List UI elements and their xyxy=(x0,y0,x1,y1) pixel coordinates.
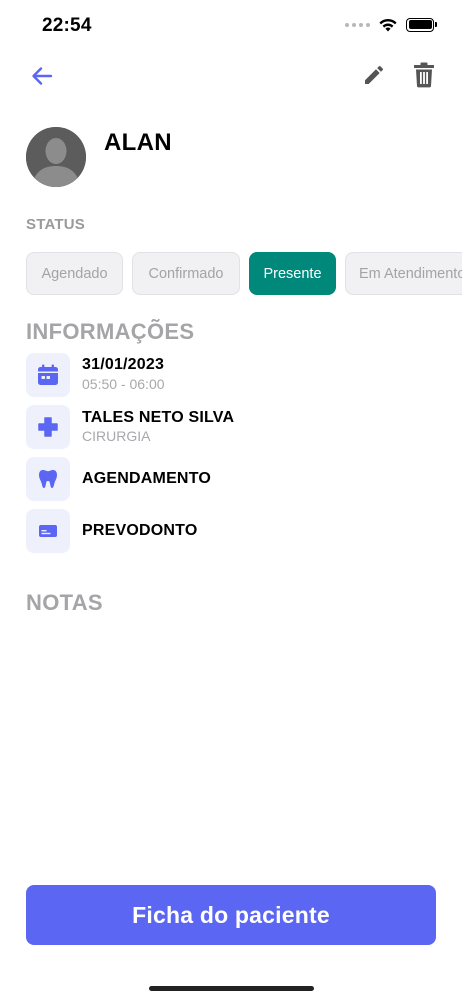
calendar-icon xyxy=(26,353,70,397)
status-chip-confirmado[interactable]: Confirmado xyxy=(132,252,240,295)
toolbar xyxy=(0,58,462,94)
patient-record-button[interactable]: Ficha do paciente xyxy=(26,885,436,945)
status-chip-em-atendimento[interactable]: Em Atendimento xyxy=(345,252,462,295)
status-label: STATUS xyxy=(26,216,85,233)
tooth-icon xyxy=(26,457,70,501)
status-bar: 22:54 xyxy=(0,0,462,54)
insurance-plan: PREVODONTO xyxy=(82,522,198,539)
patient-name: ALAN xyxy=(104,129,172,156)
notes-title: NOTAS xyxy=(26,590,103,615)
edit-button[interactable] xyxy=(360,61,388,89)
back-button[interactable] xyxy=(28,62,56,90)
delete-button[interactable] xyxy=(410,60,438,90)
appointment-time: 05:50 - 06:00 xyxy=(82,376,165,392)
info-title: INFORMAÇÕES xyxy=(26,319,195,344)
appointment-date: 31/01/2023 xyxy=(82,356,165,373)
info-row-professional: TALES NETO SILVA CIRURGIA xyxy=(26,405,426,449)
status-icons xyxy=(345,17,437,32)
trash-icon xyxy=(414,62,434,88)
back-arrow-icon xyxy=(32,67,53,85)
home-indicator xyxy=(149,986,314,991)
procedure: CIRURGIA xyxy=(82,428,151,444)
status-chip-presente[interactable]: Presente xyxy=(249,252,336,295)
status-chips: Agendado Confirmado Presente Em Atendime… xyxy=(26,252,462,296)
person-silhouette-icon xyxy=(26,127,86,187)
signal-icon xyxy=(345,22,370,27)
info-row-date: 31/01/2023 05:50 - 06:00 xyxy=(26,353,426,397)
appointment-type: AGENDAMENTO xyxy=(82,470,212,487)
info-row-plan: PREVODONTO xyxy=(26,509,426,553)
wifi-icon xyxy=(379,18,397,32)
professional-name: TALES NETO SILVA xyxy=(82,409,235,426)
clock: 22:54 xyxy=(42,15,92,36)
battery-icon xyxy=(406,17,437,32)
card-icon xyxy=(26,509,70,553)
pencil-icon xyxy=(365,66,383,84)
info-row-type: AGENDAMENTO xyxy=(26,457,426,501)
medical-cross-icon xyxy=(26,405,70,449)
status-chip-agendado[interactable]: Agendado xyxy=(26,252,123,295)
avatar xyxy=(26,127,86,187)
